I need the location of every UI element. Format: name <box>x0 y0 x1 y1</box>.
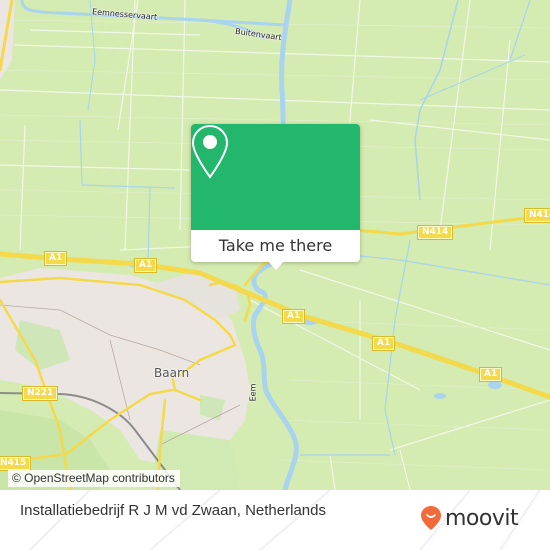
road-shield-n414: N414 <box>416 225 454 240</box>
map-canvas[interactable]: Eemnesservaart Buitenvaart Eem A1 A1 A1 … <box>0 0 550 490</box>
map-pin-icon <box>191 124 229 179</box>
road-shield-a1: A1 <box>133 258 158 273</box>
pond <box>434 393 446 399</box>
road-shield-a1: A1 <box>478 367 503 382</box>
place-title: Installatiebedrijf R J M vd Zwaan, Nethe… <box>20 502 326 519</box>
road-shield-a1: A1 <box>371 336 396 351</box>
moovit-wordmark: moovit <box>445 505 519 531</box>
road-shield-a1: A1 <box>43 251 68 266</box>
road-shield-a1: A1 <box>281 309 306 324</box>
road-shield-n221: N221 <box>21 386 59 401</box>
osm-attribution[interactable]: © OpenStreetMap contributors <box>8 470 180 487</box>
location-popup: Take me there <box>191 124 360 270</box>
town-label-baarn: Baarn <box>154 366 190 380</box>
road-shield-n414: N414 <box>523 208 550 223</box>
popup-pointer <box>267 260 285 270</box>
waterway-label-eem: Eem <box>248 383 258 402</box>
canal <box>414 0 459 201</box>
moovit-logo[interactable]: moovit <box>420 505 519 531</box>
popup-header <box>191 124 360 230</box>
canal <box>509 0 531 61</box>
pond <box>488 381 502 389</box>
take-me-there-button[interactable]: Take me there <box>191 230 360 262</box>
road-shield-n415: N415 <box>0 456 32 471</box>
urban-area-west-edge <box>0 0 15 80</box>
canal <box>147 187 151 266</box>
moovit-pin-icon <box>421 506 441 530</box>
